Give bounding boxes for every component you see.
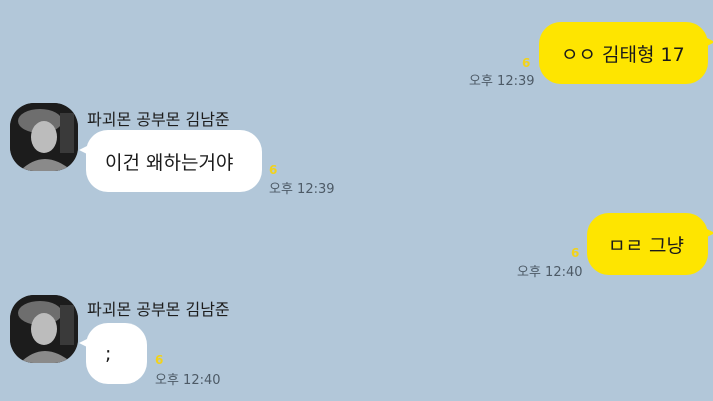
message-time: 오후 12:39 [469, 74, 535, 89]
message-time: 오후 12:39 [269, 182, 335, 197]
unread-count: 6 [522, 56, 531, 70]
unread-count: 6 [269, 163, 278, 177]
outgoing-message-bubble[interactable]: ㅇㅇ 김태형 17 [539, 22, 713, 84]
message-text: ㅇㅇ 김태형 17 [561, 43, 685, 66]
message-text: 이건 왜하는거야 [105, 151, 234, 174]
unread-count: 6 [155, 353, 164, 367]
message-text: ; [105, 342, 112, 365]
unread-count: 6 [571, 246, 580, 260]
incoming-message-bubble[interactable]: 이건 왜하는거야 [79, 130, 262, 192]
message-text: ㅁㄹ 그냥 [608, 234, 684, 257]
incoming-message-bubble[interactable]: ; [79, 323, 147, 384]
outgoing-message-bubble[interactable]: ㅁㄹ 그냥 [587, 213, 713, 275]
message-time: 오후 12:40 [155, 373, 221, 388]
sender-name: 파괴몬 공부몬 김남준 [87, 110, 230, 129]
sender-avatar[interactable] [10, 103, 78, 171]
message-time: 오후 12:40 [517, 265, 583, 280]
sender-name: 파괴몬 공부몬 김남준 [87, 300, 230, 319]
sender-avatar[interactable] [10, 295, 78, 363]
